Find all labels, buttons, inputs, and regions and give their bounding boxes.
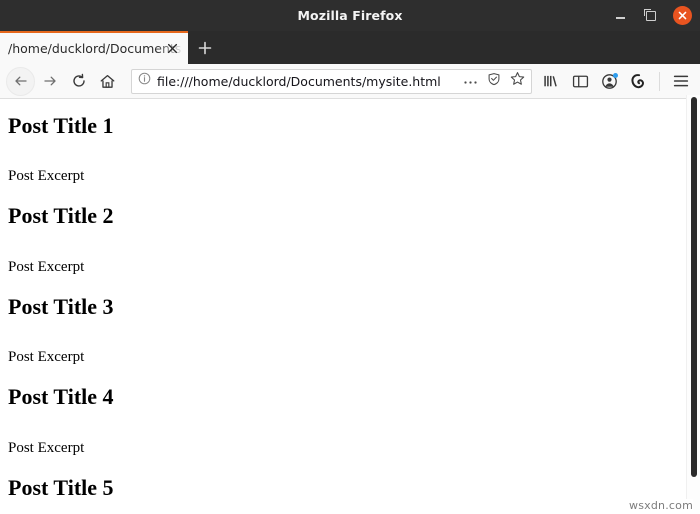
maximize-button[interactable] bbox=[642, 7, 660, 25]
post-item: Post Title 3 Post Excerpt bbox=[8, 293, 692, 366]
star-icon bbox=[510, 72, 525, 85]
reload-icon bbox=[72, 73, 85, 87]
back-button[interactable] bbox=[6, 66, 35, 96]
vertical-scrollbar[interactable] bbox=[686, 95, 700, 510]
post-item: Post Title 2 Post Excerpt bbox=[8, 204, 692, 275]
tab-strip: /home/ducklord/Documents bbox=[0, 31, 700, 64]
library-button[interactable] bbox=[538, 68, 565, 95]
account-notification-badge bbox=[613, 72, 618, 78]
tab-active[interactable]: /home/ducklord/Documents bbox=[0, 31, 188, 64]
post-title: Post Title 5 bbox=[8, 474, 114, 500]
window-titlebar: Mozilla Firefox bbox=[0, 0, 700, 31]
watermark: wsxdn.com bbox=[626, 499, 693, 512]
home-icon bbox=[100, 74, 115, 88]
home-button[interactable] bbox=[93, 67, 122, 96]
library-icon bbox=[544, 75, 557, 87]
account-button[interactable] bbox=[596, 68, 623, 95]
post-item: Post Title 4 Post Excerpt bbox=[8, 385, 692, 456]
forward-button[interactable] bbox=[35, 67, 64, 96]
app-menu-button[interactable] bbox=[667, 68, 694, 95]
bookmark-button[interactable] bbox=[510, 71, 525, 91]
url-bar-actions bbox=[459, 71, 525, 91]
browser-window: Mozilla Firefox /home/ducklord/Documents bbox=[0, 0, 700, 514]
hamburger-menu-icon bbox=[673, 75, 688, 87]
arrow-left-icon bbox=[14, 76, 27, 86]
post-excerpt: Post Excerpt bbox=[8, 439, 85, 456]
post-title: Post Title 4 bbox=[8, 384, 114, 410]
maximize-icon bbox=[644, 8, 656, 21]
arrow-right-icon bbox=[43, 76, 56, 86]
post-title: Post Title 2 bbox=[8, 203, 114, 229]
post-title: Post Title 3 bbox=[8, 293, 114, 319]
window-title: Mozilla Firefox bbox=[297, 8, 403, 23]
info-circle-icon[interactable] bbox=[138, 72, 151, 90]
close-button[interactable] bbox=[673, 6, 692, 25]
url-bar[interactable]: file:///home/ducklord/Documents/mysite.h… bbox=[131, 68, 532, 94]
reload-button[interactable] bbox=[64, 67, 93, 96]
sidebar-icon bbox=[572, 75, 589, 87]
tracking-protection-button[interactable] bbox=[487, 72, 501, 91]
close-icon bbox=[167, 43, 177, 54]
plus-icon bbox=[198, 41, 212, 54]
shield-icon bbox=[488, 72, 500, 85]
tab-label: /home/ducklord/Documents bbox=[8, 41, 182, 56]
navigation-toolbar: file:///home/ducklord/Documents/mysite.h… bbox=[0, 64, 700, 99]
post-item: Post Title 5 Post Excerpt bbox=[8, 474, 692, 514]
ellipsis-icon bbox=[464, 81, 477, 84]
minimize-icon bbox=[615, 17, 625, 19]
window-controls bbox=[611, 0, 692, 31]
post-item: Post Title 1 Post Excerpt bbox=[8, 113, 692, 185]
toolbar-separator bbox=[659, 71, 660, 91]
minimize-button[interactable] bbox=[611, 7, 629, 25]
post-excerpt: Post Excerpt bbox=[8, 168, 85, 185]
close-icon bbox=[678, 11, 687, 20]
post-title: Post Title 1 bbox=[8, 113, 114, 138]
tab-close-button[interactable] bbox=[165, 42, 179, 56]
page-actions-button[interactable] bbox=[463, 72, 478, 90]
url-input[interactable]: file:///home/ducklord/Documents/mysite.h… bbox=[157, 74, 459, 89]
page-content: Post Title 1 Post Excerpt Post Title 2 P… bbox=[0, 99, 700, 514]
scrollbar-thumb[interactable] bbox=[691, 97, 697, 477]
post-excerpt: Post Excerpt bbox=[8, 349, 85, 366]
post-excerpt: Post Excerpt bbox=[8, 258, 85, 275]
pocket-button[interactable] bbox=[625, 68, 652, 95]
toolbar-right-icons bbox=[538, 68, 694, 95]
pocket-icon bbox=[631, 73, 644, 88]
sidebar-button[interactable] bbox=[567, 68, 594, 95]
new-tab-button[interactable] bbox=[188, 31, 222, 64]
